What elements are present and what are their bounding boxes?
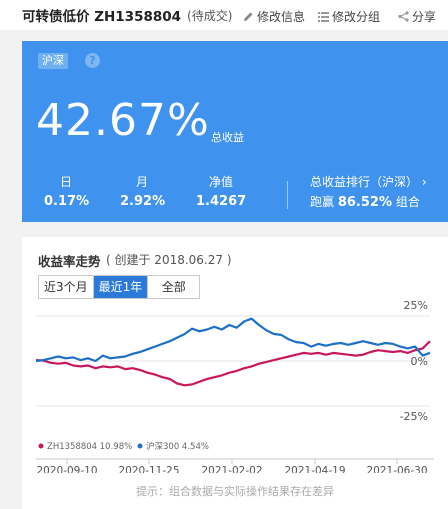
daily-return-value: 0.17% (44, 194, 90, 209)
return-chart: 25% 0% -25% ZH1358804 10.98% 沪深300 4.54% 20… (35, 299, 434, 473)
total-return-label: 总收益 (211, 131, 244, 144)
chevron-right-icon: › (421, 175, 427, 189)
list-icon (318, 11, 329, 22)
y-tick-label: 25% (404, 299, 428, 312)
x-tick-label: 2021-02-02 (201, 465, 262, 473)
market-badge: 沪深 (38, 53, 68, 69)
return-rank[interactable]: 总收益排行（沪深） › 跑赢 86.52% 组合 (310, 175, 427, 211)
daily-return-label: 日 (59, 175, 72, 189)
edit-info-label: 修改信息 (257, 10, 306, 24)
pencil-icon (243, 11, 254, 22)
x-tick-label: 2021-06-30 (366, 465, 427, 473)
portfolio-title: 可转债低价 ZH1358804 (22, 9, 182, 25)
rank-value: 86.52% (337, 195, 392, 210)
return-trend-panel: 收益率走势 ( 创建于 2018.06.27 ) 近3个月 最近1年 全部 25… (22, 237, 448, 509)
y-tick-label: -25% (400, 410, 428, 423)
edit-group-label: 修改分组 (332, 10, 381, 24)
x-tick-label: 2021-04-19 (284, 465, 345, 473)
share-button[interactable]: 分享 (398, 8, 436, 25)
chart-legend[interactable]: ZH1358804 10.98% 沪深300 4.54% (38, 441, 209, 452)
stats-divider (287, 181, 288, 209)
monthly-return-label: 月 (135, 175, 148, 189)
share-label: 分享 (412, 10, 437, 24)
total-return-value: 42.67% (36, 95, 210, 146)
legend-label: 沪深300 4.54% (146, 441, 209, 452)
net-value-label: 净值 (208, 175, 233, 189)
edit-group-button[interactable]: 修改分组 (318, 8, 380, 25)
legend-marker (137, 443, 143, 449)
legend-item[interactable]: ZH1358804 10.98% (38, 442, 133, 452)
x-tick-label: 2020-11-25 (118, 465, 179, 473)
portfolio-header: 可转债低价 ZH1358804 (待成交) (0, 0, 448, 30)
series-line-2 (35, 317, 431, 363)
rank-suffix: 组合 (395, 195, 420, 209)
y-tick-label: 0% (411, 355, 428, 368)
summary-card: 沪深 ? 42.67% 总收益 日 0.17% 月 2.92% 净值 1.426… (22, 41, 448, 222)
legend-marker (38, 443, 44, 449)
help-icon[interactable]: ? (85, 53, 100, 68)
edit-info-button[interactable]: 修改信息 (243, 8, 305, 25)
legend-item[interactable]: 沪深300 4.54% (137, 441, 209, 452)
status-text: (待成交) (187, 8, 233, 23)
daily-return-stat: 日 0.17% (44, 175, 90, 210)
series-layer (35, 317, 431, 387)
share-icon (398, 11, 409, 22)
monthly-return-value: 2.92% (120, 194, 166, 209)
series-line-1 (35, 340, 431, 387)
chart-grid (36, 315, 434, 460)
x-tick-label: 2020-09-10 (36, 465, 97, 473)
legend-label: ZH1358804 10.98% (47, 442, 132, 452)
rank-label: 总收益排行（沪深） (310, 175, 419, 189)
net-value-stat: 净值 1.4267 (196, 175, 246, 210)
rank-prefix: 跑赢 (310, 195, 335, 209)
monthly-return-stat: 月 2.92% (120, 175, 166, 210)
chart-footnote: 提示：组合数据与实际操作结果存在差异 (136, 485, 334, 498)
net-value-value: 1.4267 (196, 194, 247, 209)
x-tick-labels: 2020-09-10 2020-11-25 2021-02-02 2021-04-19… (36, 459, 428, 473)
